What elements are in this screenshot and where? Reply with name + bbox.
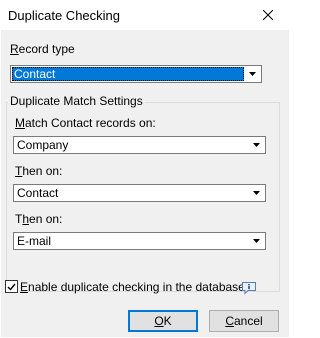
enable-duplicate-checkbox[interactable] (5, 280, 18, 293)
match-on-value: Company (17, 138, 69, 152)
title-bar: Duplicate Checking (0, 0, 290, 30)
check-icon (7, 283, 16, 291)
group-legend: Duplicate Match Settings (8, 94, 145, 108)
cancel-button[interactable]: Cancel (209, 310, 279, 332)
dropdown-arrow[interactable] (249, 186, 264, 200)
dropdown-arrow[interactable] (249, 234, 264, 248)
then-on-2-label: Then on: (15, 212, 63, 226)
info-icon[interactable] (241, 281, 257, 295)
then-on-1-label: Then on: (15, 164, 63, 178)
then-on-1-dropdown[interactable]: Contact (13, 184, 266, 202)
match-on-dropdown[interactable]: Company (13, 136, 266, 154)
chevron-down-icon (253, 143, 260, 147)
record-type-dropdown[interactable]: Contact (10, 65, 262, 83)
then-on-2-value: E-mail (17, 234, 52, 248)
close-button[interactable] (246, 0, 290, 30)
window-title: Duplicate Checking (8, 8, 121, 23)
dropdown-arrow[interactable] (249, 138, 264, 152)
chevron-down-icon (253, 239, 260, 243)
record-type-value: Contact (12, 67, 244, 81)
dropdown-arrow[interactable] (245, 67, 260, 81)
close-icon (263, 10, 273, 20)
then-on-1-value: Contact (17, 186, 59, 200)
match-on-label: Match Contact records on: (15, 116, 156, 130)
enable-duplicate-label[interactable]: Enable duplicate checking in the databas… (20, 280, 245, 294)
chevron-down-icon (249, 72, 256, 76)
dialog-body: Record type Contact Duplicate Match Sett… (1, 30, 289, 337)
chevron-down-icon (253, 191, 260, 195)
ok-button[interactable]: OK (128, 310, 198, 332)
record-type-label: Record type (10, 42, 75, 56)
then-on-2-dropdown[interactable]: E-mail (13, 232, 266, 250)
